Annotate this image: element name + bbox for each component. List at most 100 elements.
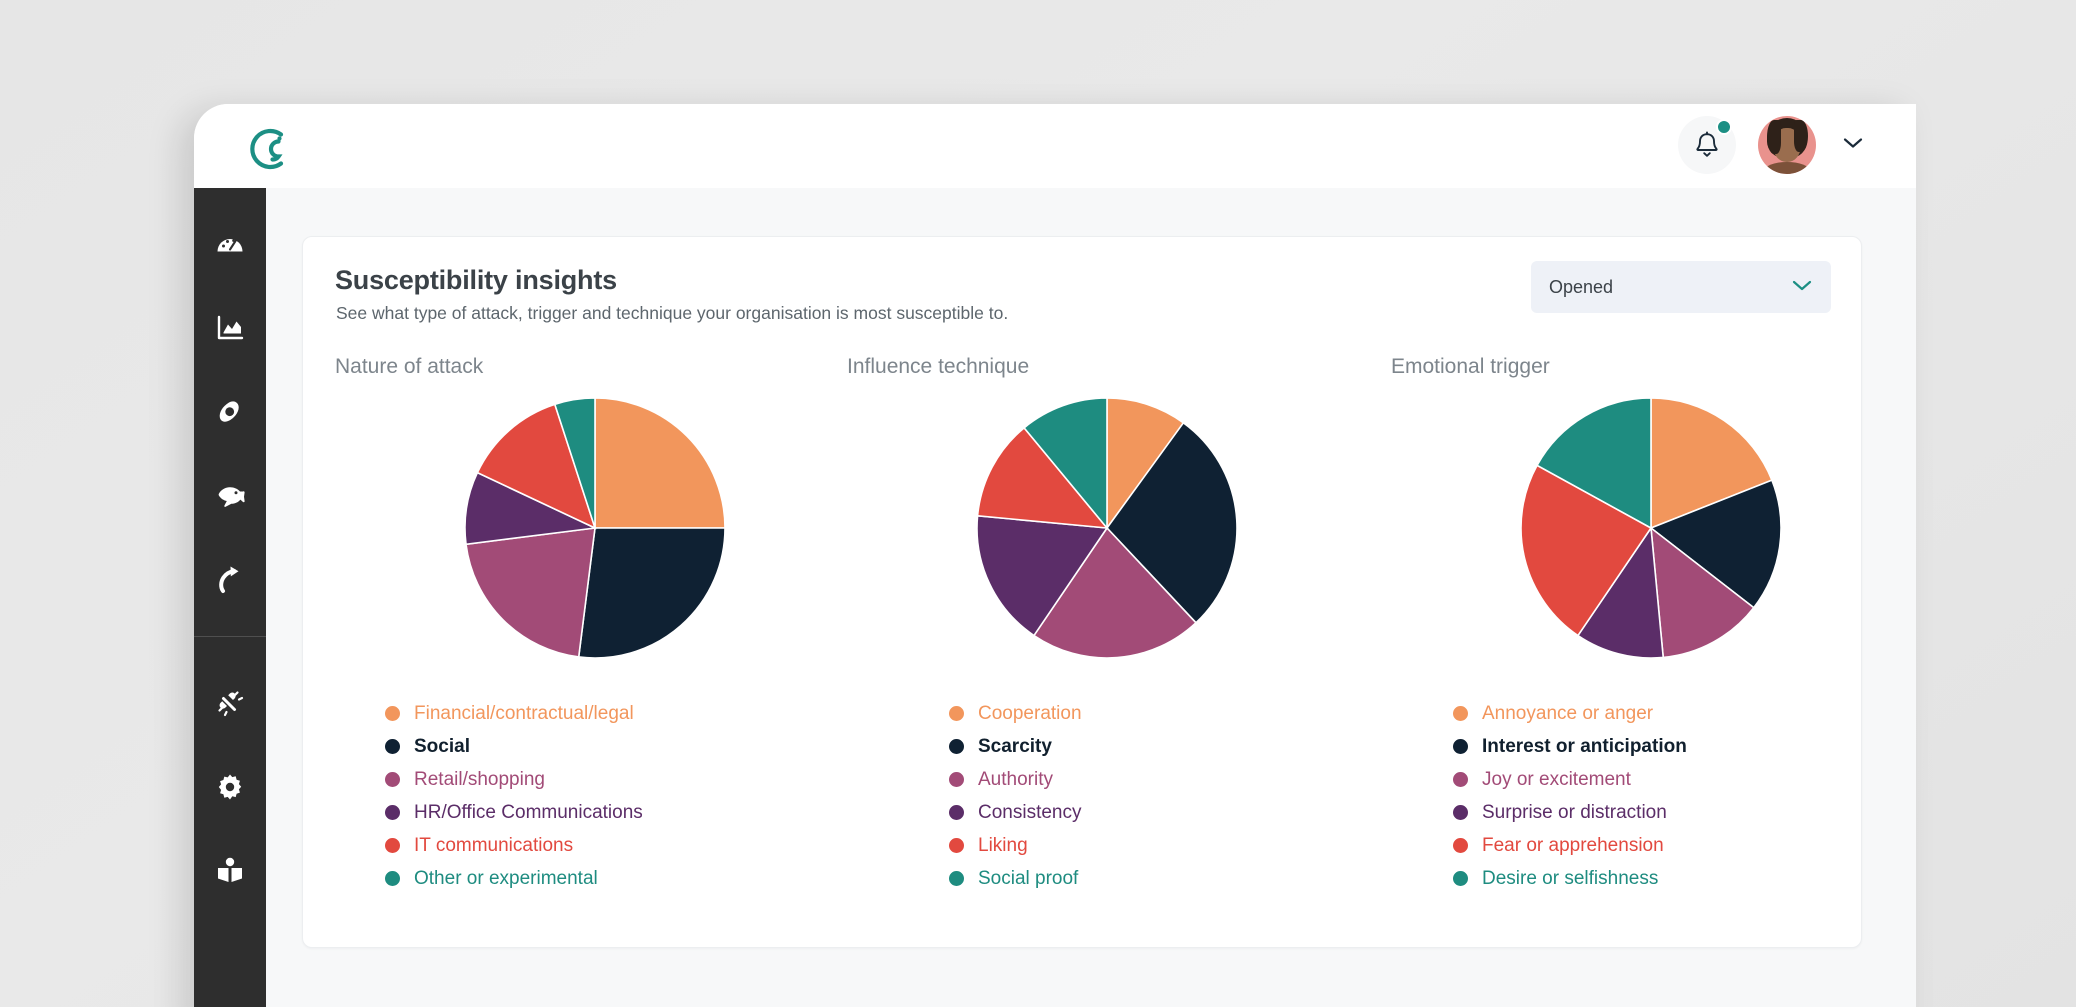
legend-color-dot bbox=[949, 739, 964, 754]
legend-item[interactable]: Social proof bbox=[949, 862, 1082, 895]
legend-label: Fear or apprehension bbox=[1482, 835, 1664, 856]
legend-item[interactable]: Desire or selfishness bbox=[1453, 862, 1687, 895]
legend-item[interactable]: Financial/contractual/legal bbox=[385, 697, 643, 730]
app-window: Susceptibility insights See what type of… bbox=[194, 104, 1916, 1007]
legend-label: Scarcity bbox=[978, 736, 1052, 757]
sidebar-item-simulations[interactable] bbox=[194, 538, 266, 622]
legend-color-dot bbox=[385, 706, 400, 721]
screen: Susceptibility insights See what type of… bbox=[0, 0, 2076, 1007]
legend-item[interactable]: Social bbox=[385, 730, 643, 763]
curved-arrow-icon bbox=[216, 565, 244, 595]
legend-color-dot bbox=[385, 805, 400, 820]
avatar-shoulders bbox=[1764, 162, 1810, 174]
legend-item[interactable]: Interest or anticipation bbox=[1453, 730, 1687, 763]
legend-item[interactable]: Cooperation bbox=[949, 697, 1082, 730]
sidebar-item-dashboard[interactable] bbox=[194, 202, 266, 286]
legend-label: Financial/contractual/legal bbox=[414, 703, 634, 724]
page-subtitle: See what type of attack, trigger and tec… bbox=[336, 303, 1009, 323]
legend-color-dot bbox=[385, 772, 400, 787]
legend-item[interactable]: Joy or excitement bbox=[1453, 763, 1687, 796]
legend-item[interactable]: Consistency bbox=[949, 796, 1082, 829]
pie-chart[interactable] bbox=[1520, 397, 1782, 659]
legend-label: Interest or anticipation bbox=[1482, 736, 1687, 757]
legend-label: Retail/shopping bbox=[414, 769, 545, 790]
legend-item[interactable]: IT communications bbox=[385, 829, 643, 862]
legend-item[interactable]: Annoyance or anger bbox=[1453, 697, 1687, 730]
legend-label: Social bbox=[414, 736, 470, 757]
legend-label: Desire or selfishness bbox=[1482, 868, 1659, 889]
legend-color-dot bbox=[1453, 805, 1468, 820]
legend-color-dot bbox=[1453, 871, 1468, 886]
pie-slice[interactable] bbox=[594, 397, 726, 529]
legend-label: Liking bbox=[978, 835, 1028, 856]
bar-chart-icon bbox=[215, 313, 245, 343]
legend-color-dot bbox=[949, 706, 964, 721]
legend-color-dot bbox=[949, 805, 964, 820]
avatar-hair-right bbox=[1794, 120, 1808, 152]
status-filter-value: Opened bbox=[1549, 276, 1614, 297]
top-bar bbox=[194, 104, 1916, 188]
chart-column-emotional-trigger: Emotional trigger Annoyance or anger Inte… bbox=[1391, 355, 1911, 925]
legend-label: Cooperation bbox=[978, 703, 1082, 724]
legend-color-dot bbox=[385, 739, 400, 754]
sidebar-divider bbox=[194, 636, 266, 637]
pie-chart[interactable] bbox=[976, 397, 1238, 659]
chevron-down-icon[interactable] bbox=[1842, 136, 1864, 155]
legend-item[interactable]: Scarcity bbox=[949, 730, 1082, 763]
legend-item[interactable]: Fear or apprehension bbox=[1453, 829, 1687, 862]
bell-icon bbox=[1696, 131, 1718, 157]
notifications-button[interactable] bbox=[1678, 116, 1736, 174]
chart-title: Nature of attack bbox=[335, 355, 484, 378]
legend-label: Joy or excitement bbox=[1482, 769, 1631, 790]
legend-label: Other or experimental bbox=[414, 868, 598, 889]
legend-label: Surprise or distraction bbox=[1482, 802, 1667, 823]
legend-color-dot bbox=[949, 772, 964, 787]
page-title: Susceptibility insights bbox=[335, 265, 617, 295]
sidebar-item-learning[interactable] bbox=[194, 829, 266, 913]
legend-color-dot bbox=[385, 871, 400, 886]
chart-column-nature-of-attack: Nature of attack Financial/contractual/l… bbox=[335, 355, 855, 925]
plug-icon bbox=[215, 688, 245, 718]
sidebar-item-phishing[interactable] bbox=[194, 454, 266, 538]
sidebar-item-integrations[interactable] bbox=[194, 661, 266, 745]
pie-slice[interactable] bbox=[465, 527, 596, 658]
legend-item[interactable]: Other or experimental bbox=[385, 862, 643, 895]
book-icon bbox=[215, 857, 245, 885]
company-logo[interactable] bbox=[248, 126, 294, 172]
chart-column-influence-technique: Influence technique Cooperation Scarcity A… bbox=[847, 355, 1367, 925]
status-filter-select[interactable]: Opened bbox=[1531, 261, 1831, 313]
avatar-hair-left bbox=[1767, 120, 1781, 154]
chart-title: Influence technique bbox=[847, 355, 1030, 378]
legend-color-dot bbox=[1453, 772, 1468, 787]
chart-legend: Financial/contractual/legal Social Retail/… bbox=[385, 697, 643, 895]
legend-color-dot bbox=[949, 838, 964, 853]
legend-color-dot bbox=[385, 838, 400, 853]
legend-item[interactable]: Surprise or distraction bbox=[1453, 796, 1687, 829]
gear-icon bbox=[215, 772, 245, 802]
pie-slice[interactable] bbox=[577, 527, 726, 659]
legend-item[interactable]: Liking bbox=[949, 829, 1082, 862]
legend-color-dot bbox=[949, 871, 964, 886]
avatar[interactable] bbox=[1758, 116, 1816, 174]
legend-color-dot bbox=[1453, 739, 1468, 754]
top-bar-actions bbox=[1678, 116, 1864, 174]
sidebar-item-compass[interactable] bbox=[194, 370, 266, 454]
chart-legend: Cooperation Scarcity Authority Consistency L… bbox=[949, 697, 1082, 895]
legend-label: HR/Office Communications bbox=[414, 802, 643, 823]
sidebar-item-reports[interactable] bbox=[194, 286, 266, 370]
gauge-icon bbox=[215, 229, 245, 259]
legend-item[interactable]: Authority bbox=[949, 763, 1082, 796]
sidebar bbox=[194, 188, 266, 1007]
content-area: Susceptibility insights See what type of… bbox=[266, 188, 1916, 1007]
legend-label: Authority bbox=[978, 769, 1053, 790]
legend-label: Consistency bbox=[978, 802, 1082, 823]
legend-label: IT communications bbox=[414, 835, 574, 856]
pie-chart[interactable] bbox=[464, 397, 726, 659]
legend-label: Annoyance or anger bbox=[1482, 703, 1654, 724]
notification-badge-dot bbox=[1716, 119, 1732, 135]
compass-icon bbox=[215, 397, 245, 427]
legend-item[interactable]: Retail/shopping bbox=[385, 763, 643, 796]
legend-item[interactable]: HR/Office Communications bbox=[385, 796, 643, 829]
chart-legend: Annoyance or anger Interest or anticipati… bbox=[1453, 697, 1687, 895]
sidebar-item-settings[interactable] bbox=[194, 745, 266, 829]
